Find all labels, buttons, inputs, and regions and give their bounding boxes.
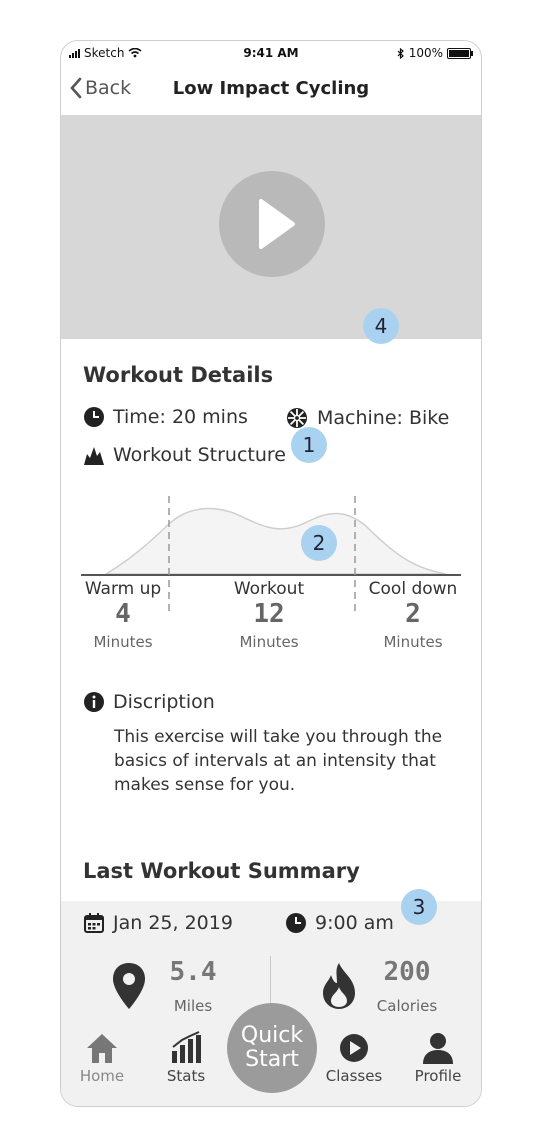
- structure-chart-icon: [84, 447, 104, 465]
- page-title: Low Impact Cycling: [172, 78, 370, 99]
- annotation-badge-3: 3: [401, 889, 437, 925]
- phase-warmup: Warm up 4 Minutes: [75, 579, 171, 651]
- battery-label: 100%: [408, 46, 443, 60]
- quick-start-label-2: Start: [245, 1047, 299, 1072]
- tab-classes[interactable]: Classes: [319, 1031, 389, 1106]
- tab-label: Stats: [166, 1067, 206, 1085]
- phase-unit: Minutes: [383, 633, 443, 651]
- time-row: Time: 20 mins: [83, 406, 248, 428]
- tab-profile[interactable]: Profile: [403, 1031, 473, 1106]
- phase-label: Warm up: [84, 579, 162, 599]
- details-heading: Workout Details: [83, 363, 274, 387]
- phase-label: Workout: [233, 579, 305, 599]
- structure-row: Workout Structure: [83, 444, 286, 466]
- nav-bar: Back Low Impact Cycling: [61, 63, 481, 113]
- play-button[interactable]: [219, 171, 325, 277]
- tab-stats[interactable]: Stats: [151, 1031, 221, 1106]
- home-icon: [87, 1034, 117, 1063]
- play-icon: [259, 199, 295, 249]
- tab-label: Home: [79, 1067, 125, 1085]
- quick-start-button[interactable]: Quick Start: [227, 1003, 317, 1093]
- description-line: basics of intervals at an intensity that: [114, 751, 436, 771]
- intensity-curve: [103, 507, 447, 575]
- distance-value: 5.4: [169, 957, 217, 987]
- video-player[interactable]: 4: [61, 115, 481, 344]
- machine-text: Machine: Bike: [317, 407, 450, 429]
- distance-unit: Miles: [173, 997, 213, 1015]
- tab-label: Classes: [325, 1067, 383, 1085]
- phase-label: Cool down: [368, 579, 458, 599]
- phase-cooldown: Cool down 2 Minutes: [361, 579, 465, 651]
- phone-screen: Sketch 9:41 AM 100% Back Low Impact Cycl…: [60, 40, 482, 1107]
- description-text: This exercise will take you through the …: [114, 725, 464, 797]
- phase-unit: Minutes: [93, 633, 153, 651]
- phase-value: 4: [115, 599, 131, 629]
- annotation-badge-2: 2: [301, 525, 337, 561]
- bluetooth-icon: [397, 47, 404, 59]
- structure-text: Workout Structure: [113, 444, 286, 466]
- description-line: This exercise will take you through the: [114, 727, 443, 747]
- tab-label: Profile: [414, 1067, 462, 1085]
- location-pin-icon: [113, 963, 145, 1009]
- clock-icon: [84, 407, 104, 427]
- calories-unit: Calories: [376, 997, 438, 1015]
- annotation-badge-4: 4: [363, 308, 399, 344]
- status-right: 100%: [397, 46, 473, 60]
- calendar-icon: [84, 913, 104, 933]
- person-icon: [423, 1033, 453, 1064]
- play-circle-icon: [340, 1034, 368, 1062]
- flame-icon: [323, 963, 355, 1009]
- summary-date: Jan 25, 2019: [113, 912, 233, 934]
- tab-home[interactable]: Home: [67, 1031, 137, 1106]
- summary-heading: Last Workout Summary: [83, 859, 360, 883]
- phase-value: 2: [405, 599, 421, 629]
- bar-chart-icon: [172, 1031, 201, 1063]
- summary-date-row: Jan 25, 2019: [83, 912, 233, 934]
- description-label: Discription: [113, 691, 215, 713]
- quick-start-label-1: Quick: [240, 1023, 304, 1048]
- phase-workout: Workout 12 Minutes: [221, 579, 317, 651]
- time-text: Time: 20 mins: [113, 406, 248, 428]
- clock-icon: [286, 913, 306, 933]
- calories-value: 200: [383, 957, 431, 987]
- battery-icon: [447, 47, 473, 59]
- description-header: Discription: [83, 691, 215, 713]
- info-icon: [84, 692, 104, 712]
- summary-time-row: 9:00 am: [285, 912, 394, 934]
- description-line: makes sense for you.: [114, 775, 296, 795]
- phase-value: 12: [253, 599, 285, 629]
- phase-unit: Minutes: [239, 633, 299, 651]
- annotation-badge-1: 1: [291, 427, 327, 463]
- summary-time: 9:00 am: [315, 912, 394, 934]
- status-bar: Sketch 9:41 AM 100%: [61, 41, 481, 63]
